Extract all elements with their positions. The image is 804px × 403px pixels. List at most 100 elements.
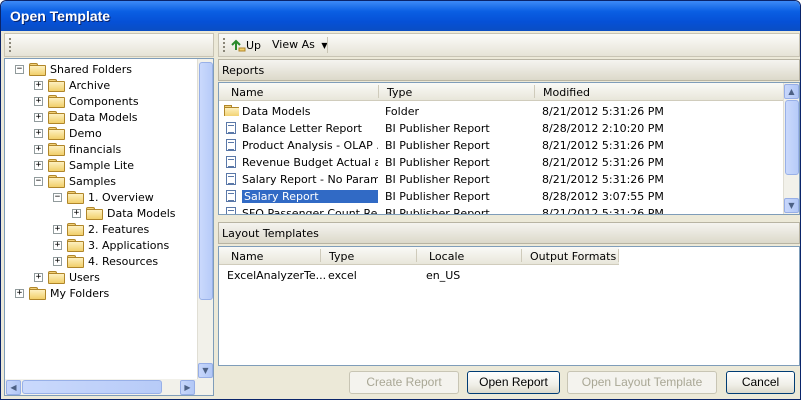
tree-item-label: My Folders: [50, 286, 110, 300]
tree-item[interactable]: + Archive: [34, 77, 110, 93]
layout-name: ExcelAnalyzerTe...: [227, 269, 327, 282]
expand-icon[interactable]: +: [34, 272, 43, 282]
create-report-button[interactable]: Create Report: [349, 371, 459, 394]
tree-scroll-thumb[interactable]: [199, 62, 213, 300]
expand-icon[interactable]: +: [34, 80, 43, 90]
report-name: Data Models: [242, 105, 311, 118]
scroll-right-icon[interactable]: ▶: [180, 380, 195, 395]
layout-locale: en_US: [426, 269, 461, 282]
column-name[interactable]: Name: [231, 86, 263, 99]
tree-item[interactable]: + My Folders: [15, 285, 109, 301]
expand-icon[interactable]: +: [34, 96, 43, 106]
tree-item-label: Data Models: [107, 206, 176, 220]
folder-icon: [48, 79, 65, 92]
reports-vertical-scrollbar[interactable]: ▲ ▼: [783, 83, 799, 214]
folder-icon: [48, 143, 65, 156]
folder-icon: [48, 111, 65, 124]
tree-item[interactable]: − Samples: [34, 173, 116, 189]
report-row[interactable]: Salary Report BI Publisher Report 8/28/201…: [219, 188, 783, 205]
report-modified: 8/21/2012 5:31:26 PM: [542, 207, 664, 215]
toolbar-grip-icon[interactable]: [9, 38, 11, 52]
expand-icon[interactable]: +: [53, 240, 62, 250]
report-row[interactable]: Data Models Folder 8/21/2012 5:31:26 PM: [219, 103, 783, 120]
report-row[interactable]: Revenue Budget Actual a... BI Publisher R…: [219, 154, 783, 171]
collapse-icon[interactable]: −: [15, 64, 24, 74]
tree-item-label: 4. Resources: [88, 254, 159, 268]
folder-icon: [48, 159, 65, 172]
layout-row[interactable]: ExcelAnalyzerTe... excel en_US: [219, 267, 799, 284]
report-modified: 8/28/2012 3:07:55 PM: [542, 190, 664, 203]
folder-icon: [224, 105, 239, 116]
tree-item-label: financials: [69, 142, 122, 156]
tree-item-label: Demo: [69, 126, 102, 140]
tree-item[interactable]: + Demo: [34, 125, 102, 141]
reports-title: Reports: [222, 64, 265, 77]
tree-vertical-scrollbar[interactable]: ▼: [197, 59, 213, 379]
expand-icon[interactable]: +: [15, 288, 24, 298]
report-type: Folder: [385, 105, 419, 118]
column-type[interactable]: Type: [387, 86, 412, 99]
expand-icon[interactable]: +: [53, 224, 62, 234]
tree-item[interactable]: − Shared Folders: [15, 61, 132, 77]
column-locale[interactable]: Locale: [429, 250, 464, 263]
tree-item-label: Samples: [69, 174, 116, 188]
reports-column-header: Name Type Modified: [219, 83, 783, 101]
open-report-button[interactable]: Open Report: [467, 371, 560, 394]
tree-item[interactable]: +4. Resources: [53, 253, 158, 269]
expand-icon[interactable]: +: [34, 112, 43, 122]
tree-item[interactable]: + Data Models: [34, 109, 138, 125]
scroll-down-icon[interactable]: ▼: [198, 363, 213, 378]
column-name[interactable]: Name: [231, 250, 263, 263]
report-row[interactable]: SFO Passenger Count Re... BI Publisher Re…: [219, 205, 783, 215]
report-icon: [226, 156, 236, 168]
expand-icon[interactable]: +: [34, 128, 43, 138]
toolbar-grip-icon[interactable]: [223, 38, 225, 52]
layouts-panel-header: Layout Templates: [218, 222, 800, 244]
toolbar-separator: [327, 37, 328, 53]
column-output-formats[interactable]: Output Formats: [530, 250, 616, 263]
tree-item-label: 2. Features: [88, 222, 150, 236]
column-modified[interactable]: Modified: [543, 86, 590, 99]
folder-icon: [67, 239, 84, 252]
expand-icon[interactable]: +: [72, 208, 81, 218]
tree-item[interactable]: + Sample Lite: [34, 157, 134, 173]
tree-item[interactable]: + financials: [34, 141, 121, 157]
report-modified: 8/28/2012 2:10:20 PM: [542, 122, 664, 135]
open-layout-template-button[interactable]: Open Layout Template: [567, 371, 717, 394]
scroll-left-icon[interactable]: ◀: [6, 380, 21, 395]
scroll-up-icon[interactable]: ▲: [784, 84, 799, 99]
expand-icon[interactable]: +: [34, 160, 43, 170]
expand-icon[interactable]: +: [34, 144, 43, 154]
tree-item[interactable]: +2. Features: [53, 221, 149, 237]
folder-tree[interactable]: − Shared Folders + Archive + Components + Data …: [4, 58, 214, 396]
up-button[interactable]: Up: [230, 38, 261, 52]
tree-item-label: 3. Applications: [88, 238, 170, 252]
reports-scroll-thumb[interactable]: [785, 100, 799, 175]
layouts-list[interactable]: Name Type Locale Output Formats ExcelAna…: [218, 246, 800, 366]
report-type: BI Publisher Report: [385, 173, 490, 186]
report-name: Salary Report - No Param...: [242, 173, 378, 186]
report-modified: 8/21/2012 5:31:26 PM: [542, 173, 664, 186]
folder-icon: [86, 207, 103, 220]
scroll-down-icon[interactable]: ▼: [784, 198, 799, 213]
view-as-button[interactable]: View As ▼: [272, 38, 328, 51]
tree-item[interactable]: + Components: [34, 93, 139, 109]
collapse-icon[interactable]: −: [34, 176, 43, 186]
cancel-button[interactable]: Cancel: [726, 371, 795, 394]
report-row[interactable]: Salary Report - No Param... BI Publisher …: [219, 171, 783, 188]
tree-hscroll-thumb[interactable]: [22, 380, 162, 394]
collapse-icon[interactable]: −: [53, 192, 62, 202]
tree-item[interactable]: − 1. Overview: [53, 189, 154, 205]
tree-item[interactable]: +3. Applications: [53, 237, 169, 253]
tree-item[interactable]: + Data Models: [72, 205, 176, 221]
layout-type: excel: [328, 269, 357, 282]
report-row[interactable]: Balance Letter Report BI Publisher Report…: [219, 120, 783, 137]
tree-item-label: Shared Folders: [50, 62, 132, 76]
tree-horizontal-scrollbar[interactable]: ◀ ▶: [5, 379, 213, 395]
tree-item[interactable]: + Users: [34, 269, 100, 285]
column-type[interactable]: Type: [329, 250, 354, 263]
reports-list[interactable]: Name Type Modified Data Models Folder 8/21…: [218, 82, 800, 215]
folder-icon: [29, 63, 46, 76]
report-row[interactable]: Product Analysis - OLAP ... BI Publisher …: [219, 137, 783, 154]
expand-icon[interactable]: +: [53, 256, 62, 266]
